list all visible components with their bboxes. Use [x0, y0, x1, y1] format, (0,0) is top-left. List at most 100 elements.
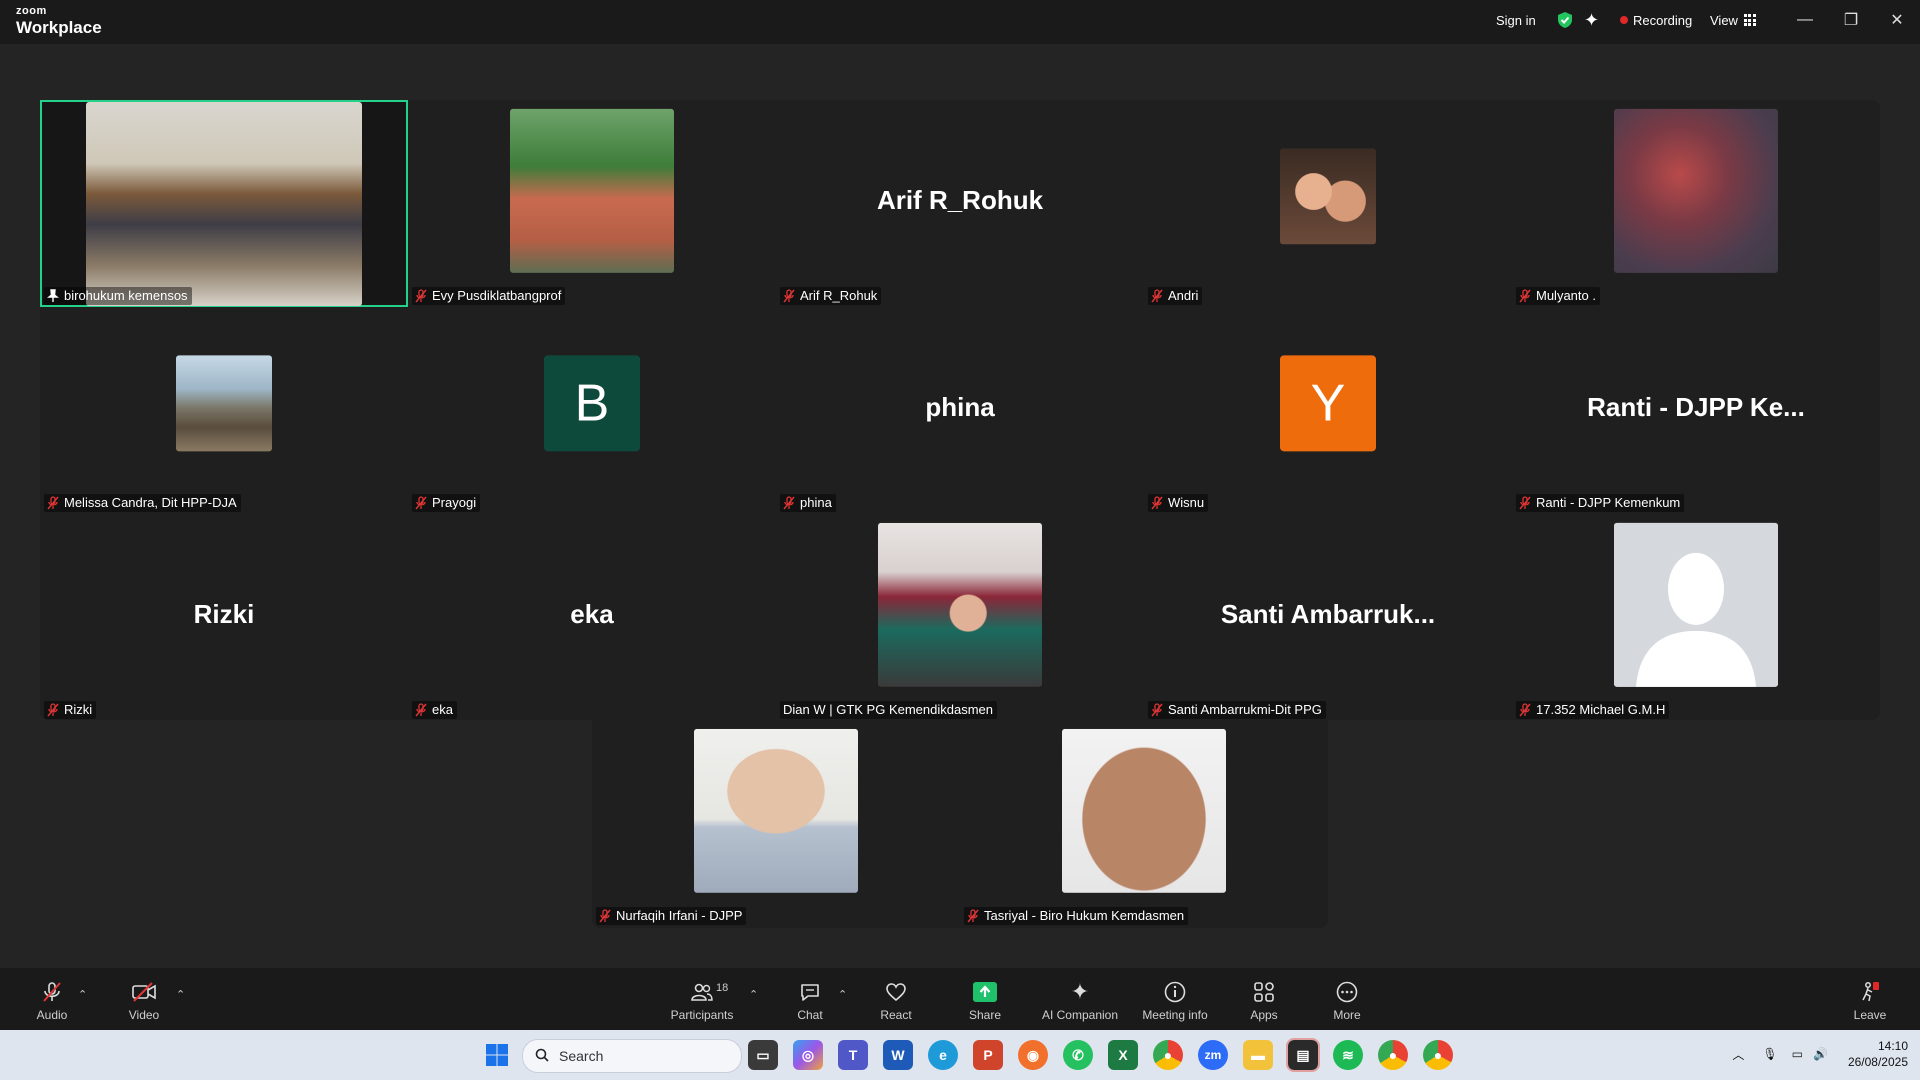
- apps-label: Apps: [1250, 1008, 1278, 1022]
- participants-button[interactable]: Participants: [662, 980, 742, 1022]
- participant-tile[interactable]: 17.352 Michael G.M.H: [1512, 514, 1880, 721]
- participant-photo: [1614, 108, 1778, 273]
- firefox-icon[interactable]: ◉: [1018, 1040, 1048, 1070]
- participant-tile[interactable]: Santi Ambarruk... Santi Ambarrukmi-Dit P…: [1144, 514, 1512, 721]
- audio-options-caret-icon[interactable]: ⌃: [78, 988, 87, 1001]
- chevron-up-icon[interactable]: ︿: [1732, 1046, 1744, 1063]
- restore-icon[interactable]: ❐: [1828, 0, 1874, 40]
- participant-tile[interactable]: Arif R_Rohuk Arif R_Rohuk: [776, 100, 1144, 307]
- mic-muted-icon: [1151, 288, 1163, 302]
- ai-companion-label: AI Companion: [1041, 1008, 1119, 1022]
- audio-button[interactable]: Audio: [12, 980, 92, 1022]
- participant-name: Wisnu: [1168, 495, 1205, 510]
- more-icon: [1335, 980, 1359, 1004]
- mic-muted-icon: [47, 702, 59, 716]
- ai-companion-button[interactable]: ✦ AI Companion: [1040, 979, 1120, 1022]
- share-button[interactable]: Share: [945, 980, 1025, 1022]
- teams-icon[interactable]: T: [838, 1040, 868, 1070]
- excel-icon[interactable]: X: [1108, 1040, 1138, 1070]
- participant-tile[interactable]: Melissa Candra, Dit HPP-DJA: [40, 307, 408, 514]
- leave-button[interactable]: Leave: [1830, 980, 1910, 1022]
- react-button[interactable]: React: [856, 980, 936, 1022]
- ai-sparkle-icon[interactable]: ✦: [1584, 0, 1599, 40]
- network-icon[interactable]: ▭: [1792, 1047, 1803, 1061]
- participant-tile[interactable]: Nurfaqih Irfani - DJPP: [592, 720, 960, 927]
- participant-display-name: eka: [570, 598, 614, 629]
- participants-caret-icon[interactable]: ⌃: [749, 988, 758, 1001]
- microphone-icon[interactable]: 🎙: [1762, 1047, 1777, 1061]
- video-button[interactable]: Video: [104, 980, 184, 1022]
- participant-tile[interactable]: B Prayogi: [408, 307, 776, 514]
- view-button[interactable]: View: [1710, 0, 1756, 40]
- word-icon[interactable]: W: [883, 1040, 913, 1070]
- participant-name: Ranti - DJPP Kemenkum: [1536, 495, 1681, 510]
- sticky-notes-icon[interactable]: ▤: [1286, 1038, 1320, 1072]
- participant-name: Andri: [1168, 288, 1199, 303]
- edge-icon[interactable]: e: [928, 1040, 958, 1070]
- mic-muted-icon: [783, 288, 795, 302]
- participant-initial: Y: [1280, 354, 1376, 451]
- search-icon: [535, 1048, 549, 1065]
- chat-icon: [798, 980, 822, 1004]
- close-icon[interactable]: ✕: [1874, 0, 1920, 40]
- share-label: Share: [968, 1008, 1002, 1022]
- participant-video: [694, 728, 858, 893]
- video-options-caret-icon[interactable]: ⌃: [176, 988, 185, 1001]
- clock[interactable]: 14:10 26/08/2025: [1848, 1038, 1908, 1070]
- video-off-icon: [131, 980, 157, 1004]
- recording-indicator[interactable]: Recording: [1620, 0, 1692, 40]
- whatsapp-icon[interactable]: ✆: [1063, 1040, 1093, 1070]
- participant-tile[interactable]: Mulyanto .: [1512, 100, 1880, 307]
- participant-name: birohukum kemensos: [64, 288, 188, 303]
- app-logo: zoom Workplace: [16, 6, 102, 37]
- mic-muted-icon: [415, 288, 427, 302]
- participant-tile[interactable]: Tasriyal - Biro Hukum Kemdasmen: [960, 720, 1328, 927]
- participant-tile[interactable]: Y Wisnu: [1144, 307, 1512, 514]
- file-explorer-icon[interactable]: ▬: [1243, 1040, 1273, 1070]
- participant-tile[interactable]: Dian W | GTK PG Kemendikdasmen: [776, 514, 1144, 721]
- participant-name: Arif R_Rohuk: [800, 288, 878, 303]
- copilot-icon[interactable]: ◎: [793, 1040, 823, 1070]
- chrome-profile-icon[interactable]: ●: [1423, 1040, 1453, 1070]
- more-button[interactable]: More: [1307, 980, 1387, 1022]
- video-label: Video: [128, 1008, 160, 1022]
- participant-label: Santi Ambarrukmi-Dit PPG: [1148, 701, 1326, 719]
- participant-name: Santi Ambarrukmi-Dit PPG: [1168, 702, 1322, 717]
- task-view-icon[interactable]: ▭: [748, 1040, 778, 1070]
- participant-name: Nurfaqih Irfani - DJPP: [616, 908, 743, 923]
- chrome-icon[interactable]: ●: [1153, 1040, 1183, 1070]
- meeting-info-button[interactable]: Meeting info: [1135, 980, 1215, 1022]
- participant-tile[interactable]: birohukum kemensos: [40, 100, 408, 307]
- powerpoint-icon[interactable]: P: [973, 1040, 1003, 1070]
- brand-bottom: Workplace: [16, 18, 102, 37]
- participant-tile[interactable]: phina phina: [776, 307, 1144, 514]
- share-screen-icon: [972, 980, 998, 1004]
- spotify-icon[interactable]: ≋: [1333, 1040, 1363, 1070]
- participant-display-name: Ranti - DJPP Ke...: [1587, 391, 1805, 422]
- participant-photo: [1280, 147, 1376, 244]
- participant-tile[interactable]: Rizki Rizki: [40, 514, 408, 721]
- sign-in-button[interactable]: Sign in: [1496, 0, 1536, 40]
- participant-label: 17.352 Michael G.M.H: [1516, 701, 1670, 719]
- clock-date: 26/08/2025: [1847, 1055, 1908, 1069]
- info-icon: [1163, 980, 1187, 1004]
- participant-tile[interactable]: eka eka: [408, 514, 776, 721]
- participant-tile[interactable]: Ranti - DJPP Ke... Ranti - DJPP Kemenkum: [1512, 307, 1880, 514]
- minimize-icon[interactable]: —: [1782, 0, 1828, 40]
- chrome-profile-icon[interactable]: ●: [1378, 1040, 1408, 1070]
- participant-label: Evy Pusdiklatbangprof: [412, 287, 566, 305]
- shield-icon[interactable]: [1556, 0, 1574, 40]
- chat-caret-icon[interactable]: ⌃: [838, 988, 847, 1001]
- zoom-icon[interactable]: zm: [1198, 1040, 1228, 1070]
- apps-button[interactable]: Apps: [1224, 980, 1304, 1022]
- participant-tile[interactable]: Andri: [1144, 100, 1512, 307]
- volume-icon[interactable]: 🔊: [1813, 1047, 1828, 1061]
- participant-label: Melissa Candra, Dit HPP-DJA: [44, 494, 241, 512]
- participant-tile[interactable]: Evy Pusdiklatbangprof: [408, 100, 776, 307]
- recording-label: Recording: [1633, 12, 1693, 28]
- participant-label: Tasriyal - Biro Hukum Kemdasmen: [964, 907, 1189, 925]
- windows-start-icon[interactable]: [482, 1040, 512, 1070]
- taskbar-search-input[interactable]: Search: [522, 1039, 742, 1073]
- chat-button[interactable]: Chat: [770, 980, 850, 1022]
- participant-label: Rizki: [44, 701, 97, 719]
